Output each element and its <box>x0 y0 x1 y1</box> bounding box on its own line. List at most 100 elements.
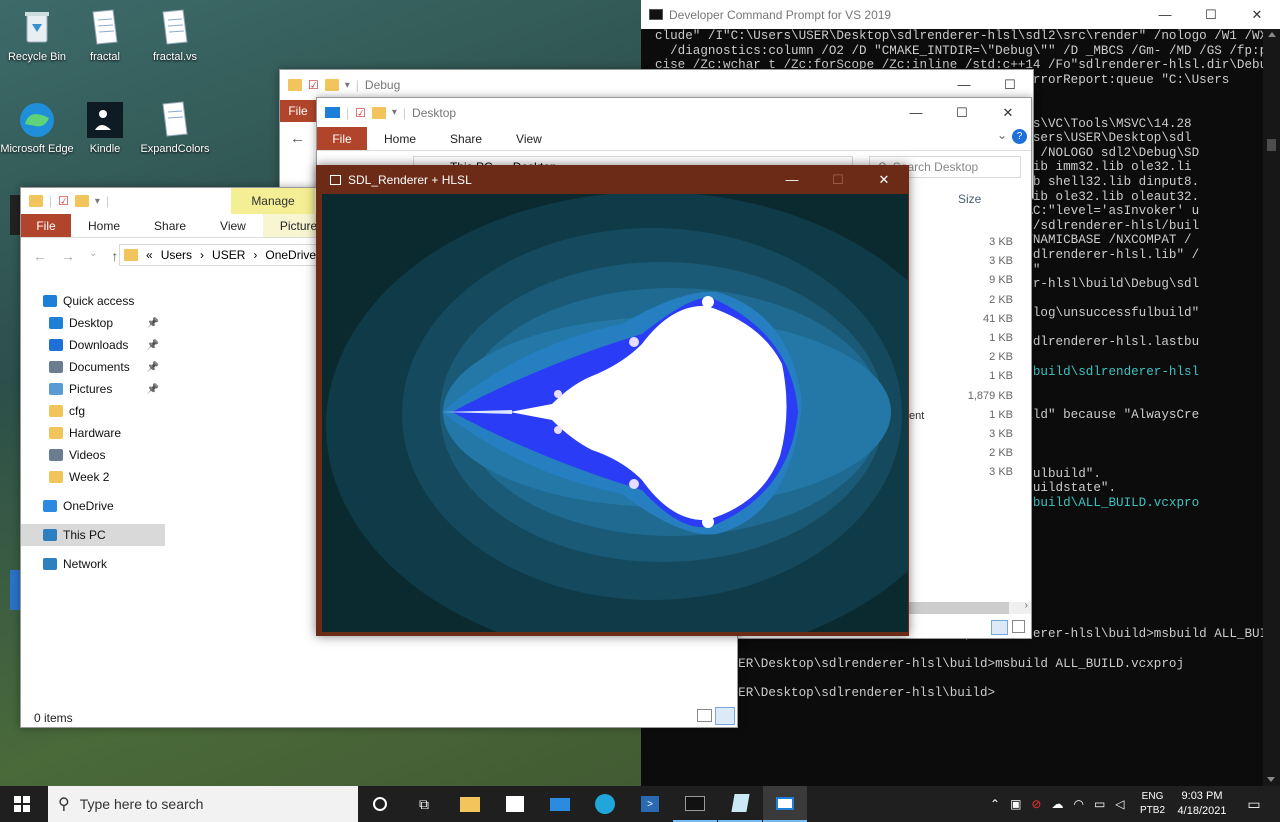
maximize-button[interactable]: ☐ <box>815 165 861 194</box>
overflow-chevron-icon[interactable]: « <box>146 248 153 262</box>
scrollbar-thumb[interactable] <box>1267 139 1276 151</box>
cmd-taskbar-icon[interactable] <box>673 786 717 822</box>
onedrive-tray-icon[interactable]: ☁ <box>1051 797 1063 811</box>
minimize-button[interactable]: — <box>941 70 987 99</box>
taskbar-search-box[interactable]: ⚲ Type here to search <box>48 786 358 822</box>
desktop-titlebar[interactable]: | ☑ ▾ | Desktop — ☐ ✕ <box>317 98 1031 127</box>
sdl-titlebar[interactable]: SDL_Renderer + HLSL — ☐ ✕ <box>316 165 909 194</box>
large-icons-view-icon[interactable] <box>715 707 735 725</box>
store-taskbar-icon[interactable] <box>493 786 537 822</box>
manage-context-tab[interactable]: Manage <box>231 188 315 214</box>
back-arrow-icon[interactable]: ← <box>33 248 47 264</box>
maximize-button[interactable]: ☐ <box>987 70 1033 99</box>
help-icon[interactable]: ? <box>1012 129 1027 144</box>
wifi-icon[interactable]: ◠ <box>1073 797 1083 811</box>
volume-icon[interactable]: ◁ <box>1115 797 1124 811</box>
back-arrow-icon[interactable]: ← <box>290 130 305 147</box>
powershell-taskbar-icon[interactable]: > <box>628 786 672 822</box>
folder-icon <box>29 195 43 207</box>
nav-item-desktop[interactable]: Desktop 📌 <box>21 312 165 334</box>
cortana-icon[interactable] <box>358 786 402 822</box>
column-header-size[interactable]: Size <box>958 192 981 206</box>
notifications-icon[interactable]: ▭ <box>1232 786 1276 822</box>
language-indicator[interactable]: ENG PTB2 <box>1140 790 1165 818</box>
properties-icon: ☑ <box>308 78 319 92</box>
mandelbrot-image <box>326 194 908 632</box>
nav-item-downloads[interactable]: Downloads 📌 <box>21 334 165 356</box>
nav-item-cfg[interactable]: cfg <box>21 400 165 422</box>
pin-icon[interactable]: 📌 <box>147 384 159 395</box>
sdl-app-taskbar-icon[interactable] <box>763 786 807 822</box>
desktop-icon-fractal[interactable]: fractal <box>68 8 142 63</box>
forward-arrow-icon[interactable]: → <box>61 248 75 264</box>
nav-item-documents[interactable]: Documents 📌 <box>21 356 165 378</box>
tab-home[interactable]: Home <box>71 214 137 237</box>
pin-icon[interactable]: 📌 <box>147 362 159 373</box>
tab-view[interactable]: View <box>203 214 263 237</box>
show-hidden-icons-icon[interactable]: ⌃ <box>990 797 1000 811</box>
this-pc-icon <box>43 529 57 541</box>
details-view-icon[interactable] <box>697 709 712 722</box>
notepad-taskbar-icon[interactable] <box>718 786 762 822</box>
sdl-window[interactable]: SDL_Renderer + HLSL — ☐ ✕ <box>316 165 909 636</box>
nav-item-videos[interactable]: Videos <box>21 444 165 466</box>
recent-dropdown-icon[interactable]: ⌄ <box>89 248 97 264</box>
tab-home[interactable]: Home <box>367 127 433 150</box>
large-icons-view-icon[interactable] <box>1012 620 1025 633</box>
tab-share[interactable]: Share <box>433 127 499 150</box>
meet-now-icon[interactable]: ▣ <box>1010 797 1021 811</box>
edge-taskbar-icon[interactable] <box>583 786 627 822</box>
file-explorer-taskbar-icon[interactable] <box>448 786 492 822</box>
up-arrow-icon[interactable]: ↑ <box>111 248 118 264</box>
close-button[interactable]: ✕ <box>1234 0 1280 29</box>
debug-file-tab[interactable]: File <box>280 100 316 122</box>
nav-item-onedrive[interactable]: OneDrive <box>21 495 165 517</box>
minimize-button[interactable]: — <box>769 165 815 194</box>
qat-dropdown-icon[interactable]: ▾ <box>345 80 350 91</box>
folder-icon <box>371 106 386 119</box>
desktop-icon-expandcolors[interactable]: ExpandColors <box>138 100 212 155</box>
nav-item-pictures[interactable]: Pictures 📌 <box>21 378 165 400</box>
pin-icon[interactable]: 📌 <box>147 340 159 351</box>
mail-taskbar-icon[interactable] <box>538 786 582 822</box>
close-button[interactable]: ✕ <box>861 165 907 194</box>
tab-file[interactable]: File <box>317 127 367 150</box>
qat-dropdown-icon[interactable]: ▾ <box>392 107 397 118</box>
tab-file[interactable]: File <box>21 214 71 237</box>
desktop-icon-fractal-vs[interactable]: fractal.vs <box>138 8 212 63</box>
address-bar[interactable]: « Users › USER › OneDrive <box>119 244 319 266</box>
breadcrumb-item[interactable]: Users <box>161 248 192 262</box>
task-view-icon[interactable]: ⧉ <box>402 786 446 822</box>
desktop-icon-edge[interactable]: Microsoft Edge <box>0 100 74 155</box>
minimize-button[interactable]: — <box>893 98 939 127</box>
close-button[interactable]: ✕ <box>985 98 1031 127</box>
network-warning-icon[interactable]: ⊘ <box>1031 797 1041 811</box>
nav-item-hardware[interactable]: Hardware <box>21 422 165 444</box>
tab-view[interactable]: View <box>499 127 559 150</box>
ribbon-expand-icon[interactable]: ⌄ <box>997 128 1007 142</box>
debug-titlebar[interactable]: ☑ ▾ | Debug — ☐ <box>280 70 1033 100</box>
pin-icon[interactable]: 📌 <box>147 318 159 329</box>
qat-dropdown-icon[interactable]: ▾ <box>95 196 100 207</box>
details-view-icon[interactable] <box>991 620 1008 635</box>
nav-item-network[interactable]: Network <box>21 553 165 575</box>
recycle-bin-icon <box>17 8 57 48</box>
maximize-button[interactable]: ☐ <box>1188 0 1234 29</box>
horizontal-scrollbar[interactable]: › <box>909 600 1031 614</box>
nav-item-this-pc[interactable]: This PC <box>21 524 165 546</box>
clock[interactable]: 9:03 PM 4/18/2021 <box>1174 789 1230 819</box>
maximize-button[interactable]: ☐ <box>939 98 985 127</box>
display-icon[interactable]: ▭ <box>1094 797 1105 811</box>
nav-item-week-2[interactable]: Week 2 <box>21 466 165 488</box>
console-scrollbar[interactable] <box>1263 29 1280 786</box>
minimize-button[interactable]: — <box>1142 0 1188 29</box>
breadcrumb-item[interactable]: USER <box>212 248 245 262</box>
start-button[interactable] <box>0 786 44 822</box>
desktop-icon-recycle-bin[interactable]: Recycle Bin <box>0 8 74 63</box>
fractal-render[interactable] <box>322 194 908 632</box>
console-titlebar[interactable]: Developer Command Prompt for VS 2019 — ☐… <box>641 0 1280 29</box>
desktop-icon-kindle[interactable]: Kindle <box>68 100 142 155</box>
breadcrumb-item[interactable]: OneDrive <box>265 248 316 262</box>
nav-item-quick-access[interactable]: Quick access <box>21 290 165 312</box>
tab-share[interactable]: Share <box>137 214 203 237</box>
